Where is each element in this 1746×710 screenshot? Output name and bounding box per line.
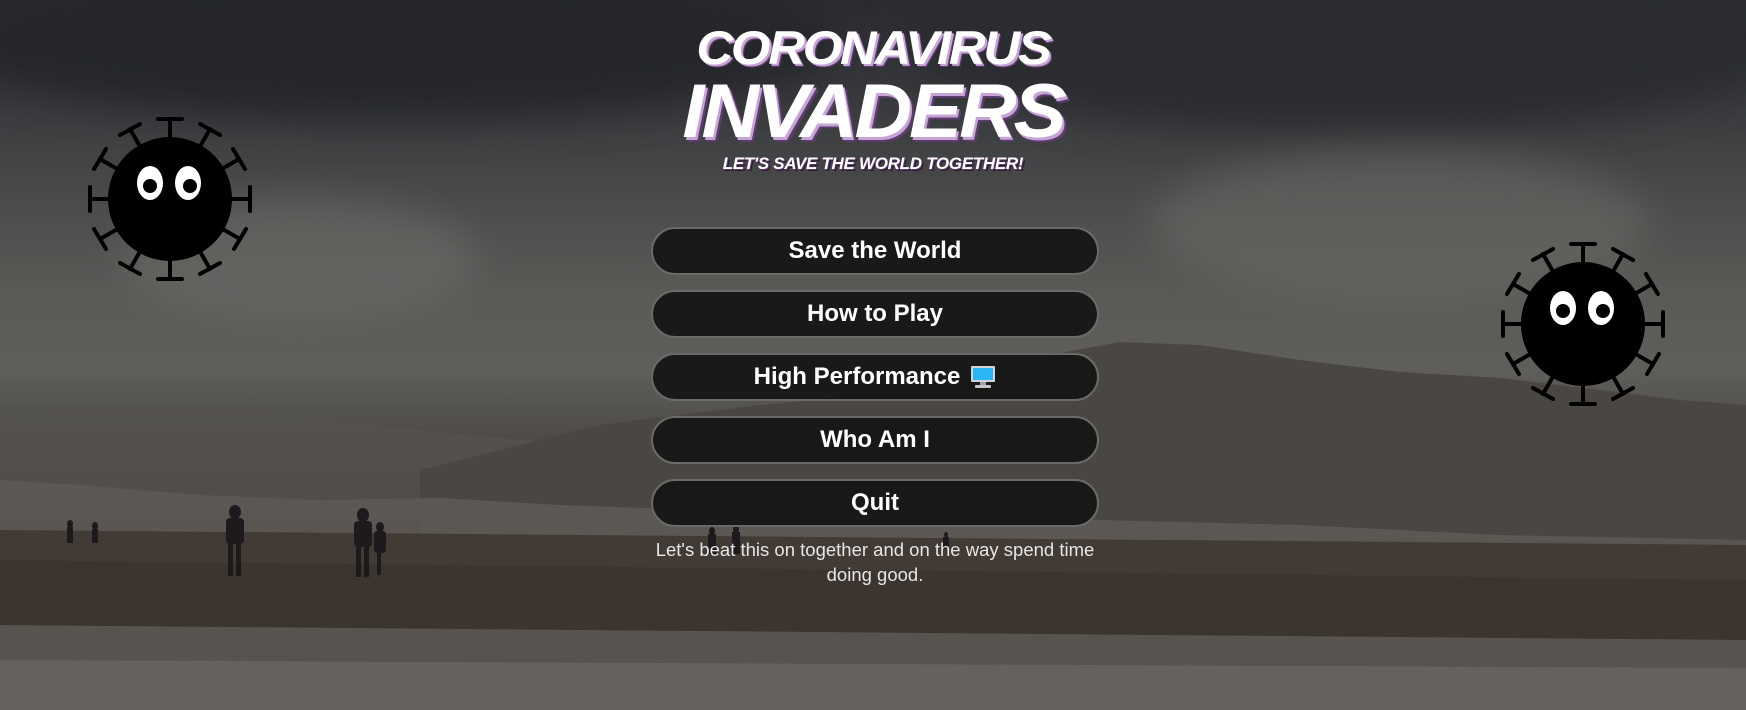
high-performance-button[interactable]: High Performance bbox=[651, 353, 1099, 401]
how-to-play-button[interactable]: How to Play bbox=[651, 290, 1099, 338]
who-am-i-button[interactable]: Who Am I bbox=[651, 416, 1099, 464]
title-subtitle: LET'S SAVE THE WORLD TOGETHER! bbox=[722, 154, 1024, 173]
menu-button-label: Save the World bbox=[788, 237, 962, 264]
main-menu: Save the World How to Play High Performa… bbox=[651, 227, 1099, 542]
title-line-invaders: INVADERS bbox=[682, 69, 1066, 154]
menu-button-label: Who Am I bbox=[820, 426, 930, 453]
computer-monitor-icon bbox=[970, 364, 996, 390]
game-title: CORONAVIRUS INVADERS LET'S SAVE THE WORL… bbox=[0, 22, 1746, 178]
save-the-world-button[interactable]: Save the World bbox=[651, 227, 1099, 275]
title-line-coronavirus: CORONAVIRUS bbox=[696, 21, 1051, 74]
quit-button[interactable]: Quit bbox=[651, 479, 1099, 527]
menu-button-label: How to Play bbox=[806, 300, 944, 327]
coronavirus-character-icon bbox=[1501, 242, 1665, 406]
menu-button-label: Quit bbox=[851, 489, 899, 516]
menu-button-label: High Performance bbox=[753, 363, 961, 390]
tagline-text: Let's beat this on together and on the w… bbox=[655, 539, 1095, 585]
